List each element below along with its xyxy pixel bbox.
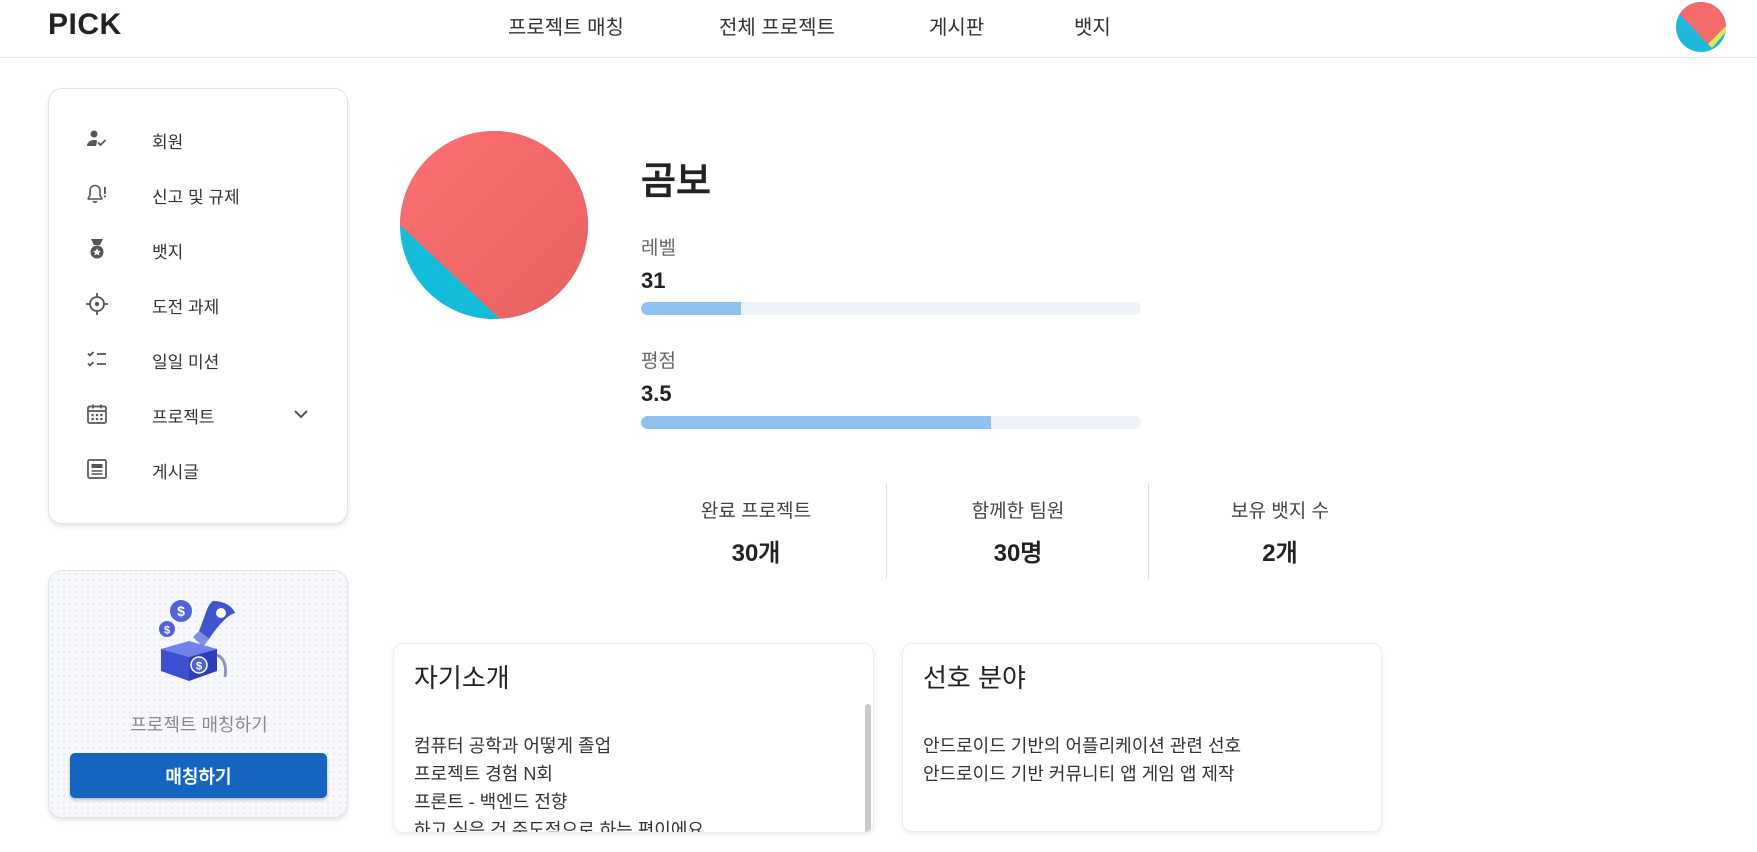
preference-body: 안드로이드 기반의 어플리케이션 관련 선호 안드로이드 기반 커뮤니티 앱 게… bbox=[923, 732, 1241, 788]
rating-value: 3.5 bbox=[641, 381, 672, 406]
stat-value: 2개 bbox=[1262, 540, 1298, 567]
teammates-stat: 함께한 팀원 30명 bbox=[887, 496, 1149, 568]
sidebar-item-label: 신고 및 규제 bbox=[152, 188, 240, 207]
medal-icon bbox=[90, 239, 104, 259]
nav-item-badges[interactable]: 뱃지 bbox=[1074, 11, 1111, 40]
intro-title: 자기소개 bbox=[414, 663, 510, 693]
intro-line: 하고 싶은 건 주도적으로 하는 편이에요 bbox=[414, 820, 704, 833]
svg-text:$: $ bbox=[164, 625, 170, 637]
level-label: 레벨 bbox=[641, 238, 676, 259]
completed-projects-stat: 완료 프로젝트 30개 bbox=[625, 496, 887, 568]
intro-line: 프로젝트 경험 N회 bbox=[414, 764, 553, 784]
checklist-icon bbox=[87, 351, 106, 367]
intro-card[interactable]: 자기소개 컴퓨터 공학과 어떻게 졸업 프로젝트 경험 N회 프론트 - 백엔드… bbox=[393, 643, 874, 833]
svg-text:$: $ bbox=[196, 661, 202, 673]
intro-scrollbar[interactable] bbox=[865, 704, 871, 832]
user-avatar[interactable] bbox=[1676, 2, 1726, 52]
level-progress-bar bbox=[641, 302, 1141, 315]
sidebar-item-label: 일일 미션 bbox=[152, 353, 220, 372]
rating-progress-fill bbox=[641, 416, 991, 429]
app-logo[interactable]: PICK bbox=[48, 8, 122, 42]
nav-item-project-matching[interactable]: 프로젝트 매칭 bbox=[508, 11, 624, 40]
preference-title: 선호 분야 bbox=[923, 663, 1026, 693]
rating-label: 평점 bbox=[641, 351, 676, 372]
stat-label: 완료 프로젝트 bbox=[700, 501, 812, 522]
level-value: 31 bbox=[641, 268, 666, 293]
profile-avatar bbox=[400, 131, 588, 319]
sidebar-item-label: 게시글 bbox=[152, 463, 199, 482]
bell-alert-icon bbox=[87, 184, 106, 203]
rating-progress-bar bbox=[641, 416, 1141, 429]
preference-card: 선호 분야 안드로이드 기반의 어플리케이션 관련 선호 안드로이드 기반 커뮤… bbox=[902, 643, 1382, 832]
intro-body: 컴퓨터 공학과 어떻게 졸업 프로젝트 경험 N회 프론트 - 백엔드 전향 하… bbox=[414, 732, 704, 833]
rocket-box-illustration: $ $ $ bbox=[159, 600, 235, 681]
stat-value: 30명 bbox=[993, 540, 1043, 567]
nav-item-board[interactable]: 게시판 bbox=[929, 11, 984, 40]
promo-text: 프로젝트 매칭하기 bbox=[130, 715, 268, 735]
sidebar-item-label: 도전 과제 bbox=[152, 298, 220, 317]
level-progress-fill bbox=[641, 302, 741, 315]
preference-line: 안드로이드 기반 커뮤니티 앱 게임 앱 제작 bbox=[923, 764, 1235, 784]
profile-name: 곰보 bbox=[641, 161, 711, 203]
sidebar-menu: 회원 신고 및 규제 뱃지 도전 과제 일일 미션 프로젝트 게시글 bbox=[48, 88, 348, 524]
intro-line: 프론트 - 백엔드 전향 bbox=[414, 792, 568, 812]
sidebar-item-label: 뱃지 bbox=[152, 243, 184, 262]
project-matching-promo: $ $ $ 프로젝트 매칭하기 매칭하기 bbox=[48, 570, 348, 818]
calendar-icon bbox=[87, 404, 107, 424]
sidebar-item-label: 회원 bbox=[152, 133, 184, 152]
nav-item-all-projects[interactable]: 전체 프로젝트 bbox=[719, 11, 835, 40]
stat-label: 함께한 팀원 bbox=[971, 501, 1065, 522]
sidebar-item-members[interactable]: 회원 bbox=[49, 119, 349, 159]
person-check-icon bbox=[87, 130, 107, 147]
svg-text:$: $ bbox=[177, 603, 185, 619]
intro-line: 컴퓨터 공학과 어떻게 졸업 bbox=[414, 736, 612, 756]
crosshair-icon bbox=[86, 293, 108, 315]
start-matching-button[interactable]: 매칭하기 bbox=[70, 753, 327, 798]
sidebar-item-reports[interactable]: 신고 및 규제 bbox=[49, 174, 349, 214]
sidebar-item-posts[interactable]: 게시글 bbox=[49, 449, 349, 489]
article-icon bbox=[87, 459, 107, 479]
chevron-down-icon[interactable] bbox=[289, 402, 313, 426]
sidebar-item-label: 프로젝트 bbox=[152, 408, 215, 427]
stat-value: 30개 bbox=[731, 540, 781, 567]
sidebar-item-projects[interactable]: 프로젝트 bbox=[49, 394, 349, 434]
stat-label: 보유 뱃지 수 bbox=[1231, 501, 1329, 522]
sidebar-item-daily-missions[interactable]: 일일 미션 bbox=[49, 339, 349, 379]
sidebar-item-challenges[interactable]: 도전 과제 bbox=[49, 284, 349, 324]
top-navigation-bar: PICK 프로젝트 매칭 전체 프로젝트 게시판 뱃지 bbox=[0, 0, 1757, 58]
sidebar-item-badges[interactable]: 뱃지 bbox=[49, 229, 349, 269]
badges-count-stat: 보유 뱃지 수 2개 bbox=[1149, 496, 1411, 568]
preference-line: 안드로이드 기반의 어플리케이션 관련 선호 bbox=[923, 736, 1242, 756]
